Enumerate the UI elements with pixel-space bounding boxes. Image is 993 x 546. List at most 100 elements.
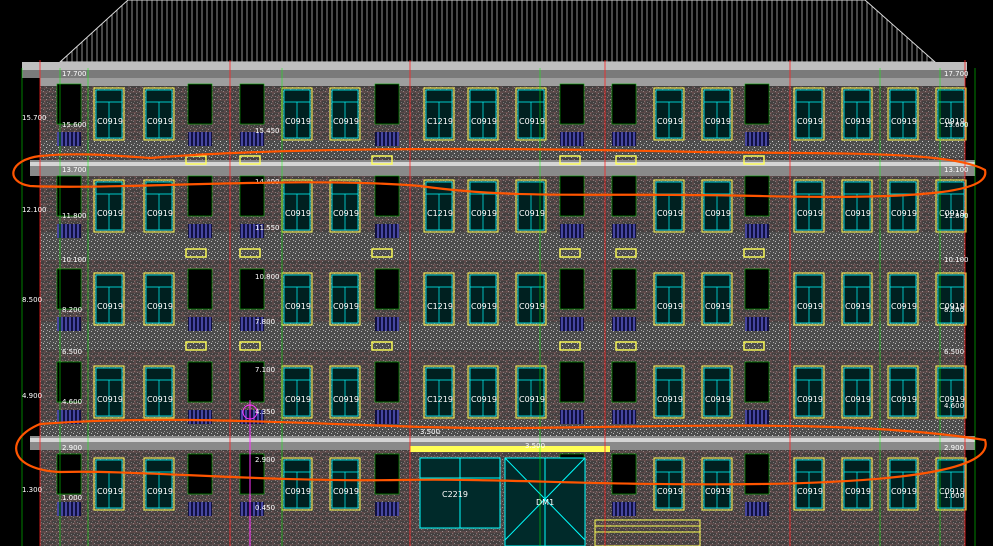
window-unit[interactable]: C0919 xyxy=(653,272,685,326)
window-unit[interactable]: C0919 xyxy=(93,87,125,141)
recess-window xyxy=(56,361,82,403)
window-unit[interactable]: C0919 xyxy=(93,457,125,511)
window-unit[interactable]: C0919 xyxy=(329,272,361,326)
window-unit[interactable]: C0919 xyxy=(281,365,313,419)
door-label-dm1: DM1 xyxy=(536,498,554,507)
window-unit[interactable]: C0919 xyxy=(887,179,919,233)
window-unit[interactable]: C1219 xyxy=(423,365,455,419)
window-unit[interactable]: C0919 xyxy=(93,179,125,233)
window-unit[interactable]: C0919 xyxy=(793,365,825,419)
window-unit[interactable]: C0919 xyxy=(515,365,547,419)
window-unit[interactable]: C0919 xyxy=(143,179,175,233)
recess-window xyxy=(559,361,585,403)
window-unit[interactable]: C0919 xyxy=(467,179,499,233)
window-unit[interactable]: C0919 xyxy=(841,272,873,326)
window-type-label: C0919 xyxy=(147,302,173,311)
balcony-railing xyxy=(188,317,212,331)
window-type-label: C0919 xyxy=(797,117,823,126)
window-unit[interactable]: C0919 xyxy=(935,87,967,141)
balcony-railing xyxy=(612,132,636,146)
window-unit[interactable]: C1219 xyxy=(423,87,455,141)
window-unit[interactable]: C0919 xyxy=(329,179,361,233)
window-unit[interactable]: C0919 xyxy=(841,179,873,233)
balcony-railing xyxy=(745,224,769,238)
window-unit[interactable]: C0919 xyxy=(515,179,547,233)
balcony-railing xyxy=(745,502,769,516)
window-unit[interactable]: C0919 xyxy=(143,272,175,326)
window-unit[interactable]: C0919 xyxy=(935,457,967,511)
window-unit[interactable]: C0919 xyxy=(701,272,733,326)
window-unit[interactable]: C0919 xyxy=(887,272,919,326)
window-unit[interactable]: C0919 xyxy=(793,179,825,233)
balcony-railing xyxy=(375,410,399,424)
window-unit[interactable]: C0919 xyxy=(793,87,825,141)
window-unit[interactable]: C0919 xyxy=(143,87,175,141)
recess-window xyxy=(744,268,770,310)
right-elev-label: 1.000 xyxy=(944,492,964,500)
window-type-label: C0919 xyxy=(285,209,311,218)
window-type-label: C0919 xyxy=(471,302,497,311)
window-unit[interactable]: C0919 xyxy=(841,365,873,419)
window-unit[interactable]: C0919 xyxy=(281,179,313,233)
recess-window xyxy=(559,83,585,125)
window-unit[interactable]: C0919 xyxy=(281,457,313,511)
balcony-railing xyxy=(188,502,212,516)
window-type-label: C0919 xyxy=(333,487,359,496)
window-type-label: C0919 xyxy=(657,302,683,311)
window-unit[interactable]: C0919 xyxy=(143,365,175,419)
recess-window xyxy=(559,175,585,217)
recess-window xyxy=(374,268,400,310)
window-unit[interactable]: C0919 xyxy=(93,365,125,419)
window-type-label: C0919 xyxy=(705,487,731,496)
window-type-label: C0919 xyxy=(891,395,917,404)
window-unit[interactable]: C0919 xyxy=(281,87,313,141)
inner-elev-label: 8.200 xyxy=(62,306,82,314)
window-unit[interactable]: C0919 xyxy=(887,365,919,419)
window-unit[interactable]: C0919 xyxy=(887,87,919,141)
left-elev-label: 15.700 xyxy=(22,114,47,122)
window-unit[interactable]: C0919 xyxy=(467,272,499,326)
window-type-label: C0919 xyxy=(285,302,311,311)
window-unit[interactable]: C0919 xyxy=(653,179,685,233)
inner-elev-label: 2.900 xyxy=(62,444,82,452)
window-unit[interactable]: C0919 xyxy=(329,87,361,141)
window-type-label: C0919 xyxy=(797,395,823,404)
window-unit[interactable]: C0919 xyxy=(329,365,361,419)
window-type-label: C0919 xyxy=(891,117,917,126)
window-type-label: C0919 xyxy=(519,302,545,311)
window-unit[interactable]: C0919 xyxy=(281,272,313,326)
mid-elev-label: 7.800 xyxy=(255,318,275,326)
recess-window xyxy=(611,361,637,403)
balcony-railing xyxy=(57,317,81,331)
left-elev-label: 1.300 xyxy=(22,486,42,494)
window-unit[interactable]: C0919 xyxy=(841,87,873,141)
mid-elev-label: 2.900 xyxy=(255,456,275,464)
window-unit[interactable]: C0919 xyxy=(935,272,967,326)
window-unit[interactable]: C0919 xyxy=(515,87,547,141)
window-unit[interactable]: C0919 xyxy=(793,272,825,326)
recess-window xyxy=(239,83,265,125)
window-unit[interactable]: C0919 xyxy=(467,365,499,419)
window-unit[interactable]: C0919 xyxy=(329,457,361,511)
window-type-label: C0919 xyxy=(333,209,359,218)
window-unit[interactable]: C0919 xyxy=(653,87,685,141)
window-unit[interactable]: C0919 xyxy=(701,87,733,141)
window-type-label: C1219 xyxy=(427,209,453,218)
left-elev-label: 4.900 xyxy=(22,392,42,400)
right-elev-label: 11.800 xyxy=(944,212,969,220)
elevation-drawing-canvas[interactable]: C0919 C0919 C0919 C0919 C1219 C0919 C0919 C0919… xyxy=(0,0,993,546)
balcony-railing xyxy=(560,410,584,424)
window-type-label: C1219 xyxy=(427,302,453,311)
window-unit[interactable]: C0919 xyxy=(701,179,733,233)
window-unit[interactable]: C0919 xyxy=(935,365,967,419)
window-unit[interactable]: C0919 xyxy=(515,272,547,326)
window-unit[interactable]: C0919 xyxy=(887,457,919,511)
recess-window xyxy=(187,453,213,495)
window-unit[interactable]: C0919 xyxy=(143,457,175,511)
window-unit[interactable]: C0919 xyxy=(841,457,873,511)
window-unit[interactable]: C0919 xyxy=(653,365,685,419)
window-unit[interactable]: C0919 xyxy=(93,272,125,326)
window-unit[interactable]: C0919 xyxy=(467,87,499,141)
window-unit[interactable]: C1219 xyxy=(423,272,455,326)
window-unit[interactable]: C0919 xyxy=(701,365,733,419)
